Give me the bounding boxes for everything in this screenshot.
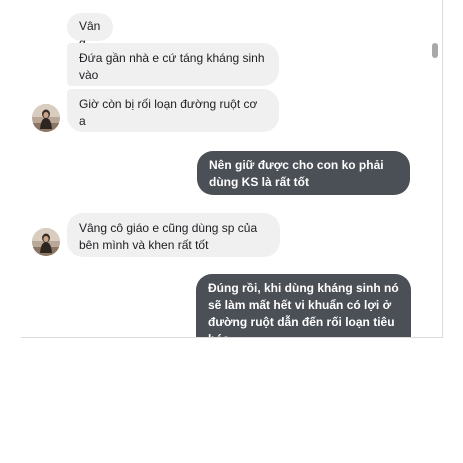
incoming-message-bubble: Vâng [67,13,113,50]
contact-avatar[interactable] [32,228,60,256]
incoming-message-bubble: Đứa gần nhà e cứ táng kháng sinh vào [67,43,279,86]
outgoing-message-bubble: Nên giữ được cho con ko phải dùng KS là … [197,151,410,195]
avatar-photo-icon [32,104,60,132]
avatar-photo-icon [32,228,60,256]
scrollbar-thumb[interactable] [432,43,438,58]
incoming-message-bubble: Vâng cô giáo e cũng dùng sp của bên mình… [67,213,280,257]
incoming-message-bubble: Giờ còn bị rối loạn đường ruột cơ a [67,89,279,132]
chat-message-list[interactable]: Vâng Đứa gần nhà e cứ táng kháng sinh và… [21,0,443,338]
outgoing-message-bubble: Đúng rồi, khi dùng kháng sinh nó sẽ làm … [196,274,411,337]
contact-avatar[interactable] [32,104,60,132]
